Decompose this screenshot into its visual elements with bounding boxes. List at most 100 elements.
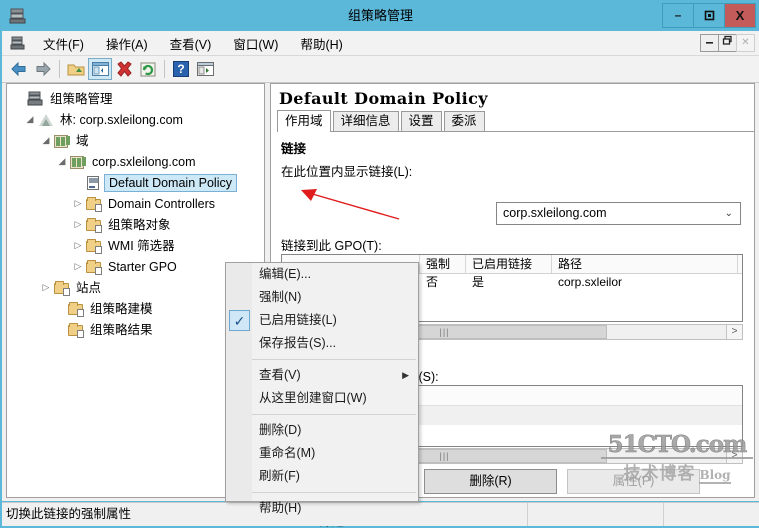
gpo-list-label: 链接到此 GPO(T):: [281, 239, 382, 253]
checkmark-icon: ✓: [229, 310, 250, 331]
tree-node-default-domain-policy[interactable]: Default Domain Policy: [7, 172, 264, 193]
new-window-icon[interactable]: [193, 58, 217, 80]
ctx-new-window-here[interactable]: 从这里创建窗口(W): [226, 387, 418, 410]
status-cell-1: [528, 503, 664, 526]
column-header-enforced[interactable]: 强制: [420, 255, 466, 273]
show-hide-tree-icon[interactable]: [88, 58, 112, 80]
tree-node-wmi-filters[interactable]: ▷ WMI 筛选器: [7, 235, 264, 256]
context-menu-separator-2: [228, 414, 416, 415]
ctx-item-label: 查看(V): [259, 368, 301, 382]
main-content: 组策略管理 ◢ 林: corp.sxleilong.com ◢ 域 ◢ corp…: [2, 83, 759, 528]
up-folder-icon[interactable]: [64, 58, 88, 80]
window-controls: – X: [662, 3, 756, 28]
expander-expanded[interactable]: ◢: [39, 135, 53, 146]
cell-path: corp.sxleilor: [558, 275, 623, 289]
tree-node-domains[interactable]: ◢ 域: [7, 130, 264, 151]
expander-collapsed[interactable]: ▷: [71, 261, 85, 272]
tab-scope[interactable]: 作用域: [277, 110, 331, 132]
tree-label: 域: [76, 133, 89, 148]
mdi-close-button: ✕: [736, 34, 755, 52]
context-menu: 编辑(E)... 强制(N) ✓ 已启用链接(L) 保存报告(S)... 查看(…: [225, 262, 419, 515]
expander-expanded[interactable]: ◢: [23, 114, 37, 125]
expander-collapsed[interactable]: ▷: [71, 219, 85, 230]
tree-node-domain-controllers[interactable]: ▷ Domain Controllers: [7, 193, 264, 214]
ctx-view[interactable]: 查看(V) ▶: [226, 364, 418, 387]
ctx-enforced[interactable]: 强制(N): [226, 286, 418, 309]
chevron-down-icon: ⌄: [724, 208, 733, 219]
ctx-save-report[interactable]: 保存报告(S)...: [226, 332, 418, 355]
ctx-delete[interactable]: 删除(D): [226, 419, 418, 442]
svg-text:?: ?: [177, 62, 184, 76]
ctx-rename[interactable]: 重命名(M): [226, 442, 418, 465]
back-icon[interactable]: [7, 58, 31, 80]
mdi-window-controls: ✕: [700, 34, 755, 52]
tree-label: 组策略对象: [108, 217, 171, 232]
console-root-icon: [27, 91, 45, 107]
tree-label: 组策略结果: [90, 322, 153, 337]
console-small-icon: [10, 36, 25, 50]
menu-help[interactable]: 帮助(H): [289, 31, 353, 56]
detail-tabs: 作用域 详细信息 设置 委派: [277, 110, 754, 132]
watermark: 51CTO.com 技术博客 Blog: [601, 432, 753, 484]
toolbar: ?: [2, 56, 759, 83]
ctx-refresh[interactable]: 刷新(F): [226, 465, 418, 488]
gpo-folder-icon: [85, 217, 103, 233]
ctx-item-label: 已启用链接(L): [259, 313, 337, 327]
column-header-path[interactable]: 路径: [552, 255, 738, 273]
remove-button[interactable]: 删除(R): [424, 469, 557, 494]
expander-expanded[interactable]: ◢: [55, 156, 69, 167]
group-policy-management-window: 组策略管理 – X 文件(F) 操作(A) 查看(V) 窗口(W) 帮助(H): [0, 0, 759, 528]
expander-collapsed[interactable]: ▷: [71, 240, 85, 251]
title-bar: 组策略管理 – X: [1, 1, 759, 31]
wmi-filter-icon: [85, 238, 103, 254]
menu-action[interactable]: 操作(A): [95, 31, 159, 56]
tree-label: 林: corp.sxleilong.com: [60, 112, 183, 127]
expander-collapsed[interactable]: ▷: [71, 198, 85, 209]
cell-link-enabled: 是: [472, 275, 485, 289]
column-header-link-enabled[interactable]: 已启用链接: [466, 255, 552, 273]
window-title: 组策略管理: [347, 8, 413, 23]
tab-details[interactable]: 详细信息: [332, 111, 399, 131]
help-icon[interactable]: ?: [169, 58, 193, 80]
domain-icon: [69, 154, 87, 170]
toolbar-separator: [59, 60, 60, 78]
tab-settings[interactable]: 设置: [400, 111, 442, 131]
refresh-icon[interactable]: [136, 58, 160, 80]
tree-label: Domain Controllers: [108, 196, 215, 211]
context-menu-separator: [228, 359, 416, 360]
tree-node-root[interactable]: 组策略管理: [7, 88, 264, 109]
scroll-right-button[interactable]: >: [726, 325, 742, 339]
tree-node-forest[interactable]: ◢ 林: corp.sxleilong.com: [7, 109, 264, 130]
delete-icon[interactable]: [112, 58, 136, 80]
close-button[interactable]: X: [724, 3, 756, 28]
maximize-button[interactable]: [693, 3, 725, 28]
expander-collapsed[interactable]: ▷: [39, 282, 53, 293]
menu-view[interactable]: 查看(V): [159, 31, 223, 56]
submenu-arrow-icon: ▶: [402, 370, 409, 380]
ou-icon: [85, 196, 103, 212]
tree-label: WMI 筛选器: [108, 238, 175, 253]
watermark-site: 51CTO.com: [601, 432, 753, 459]
menu-window[interactable]: 窗口(W): [222, 31, 289, 56]
status-cell-2: [664, 503, 759, 526]
minimize-button[interactable]: –: [662, 3, 694, 28]
gp-results-icon: [67, 322, 85, 338]
mdi-minimize-button[interactable]: [700, 34, 719, 52]
forest-icon: [37, 112, 55, 128]
sites-icon: [53, 280, 71, 296]
tab-delegation[interactable]: 委派: [443, 111, 485, 131]
cell-enforced: 否: [426, 275, 439, 289]
menu-file[interactable]: 文件(F): [32, 31, 95, 56]
forward-icon[interactable]: [31, 58, 55, 80]
mdi-restore-button[interactable]: [718, 34, 737, 52]
tree-label: Default Domain Policy: [104, 173, 237, 192]
ctx-help[interactable]: 帮助(H): [226, 497, 418, 520]
tree-node-gpo-objects[interactable]: ▷ 组策略对象: [7, 214, 264, 235]
tree-node-domain[interactable]: ◢ corp.sxleilong.com: [7, 151, 264, 172]
ctx-link-enabled[interactable]: ✓ 已启用链接(L): [226, 309, 418, 332]
ctx-edit[interactable]: 编辑(E)...: [226, 263, 418, 286]
tree-label: 组策略建模: [90, 301, 153, 316]
scope-tab-body: 链接 在此位置内显示链接(L): corp.sxleilong.com ⌄ 链接…: [271, 132, 754, 528]
location-combobox[interactable]: corp.sxleilong.com ⌄: [496, 202, 741, 225]
starter-gpo-icon: [85, 259, 103, 275]
